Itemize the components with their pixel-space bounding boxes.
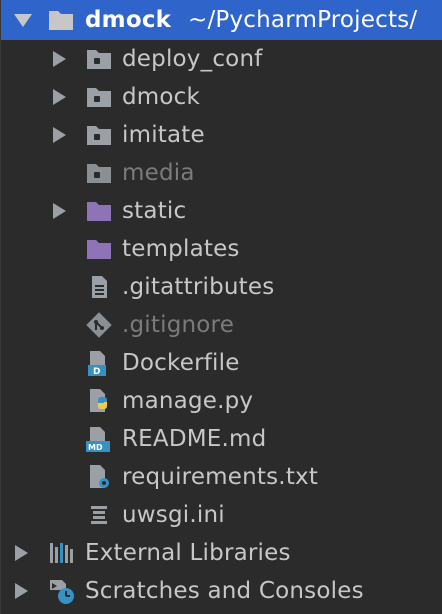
tree-item-manage-py[interactable]: manage.py: [1, 382, 442, 420]
expand-arrow-right-icon[interactable]: [53, 203, 66, 219]
external-libraries-label: External Libraries: [85, 540, 291, 566]
tree-item-external-libraries[interactable]: External Libraries: [1, 534, 442, 572]
module-folder-icon: [87, 126, 111, 145]
git-file-icon: [86, 312, 112, 338]
tree-item-label: imitate: [122, 122, 205, 148]
python-file-icon: [90, 389, 107, 412]
resource-folder-icon: [87, 202, 111, 221]
libraries-icon: [50, 543, 73, 563]
project-tree: dmock ~/PycharmProjects/ deploy_conf dmo…: [0, 0, 442, 614]
tree-item-label: templates: [122, 236, 240, 262]
tree-item-gitattributes[interactable]: .gitattributes: [1, 268, 442, 306]
tree-item-uwsgi[interactable]: uwsgi.ini: [1, 496, 442, 534]
tree-item-label: dmock: [122, 84, 201, 110]
tree-item-label: static: [122, 198, 187, 224]
root-folder-label: dmock: [85, 7, 172, 33]
module-folder-icon: [87, 50, 111, 69]
ini-file-icon: [91, 506, 107, 524]
expand-arrow-right-icon[interactable]: [15, 583, 28, 599]
tree-item-label: manage.py: [122, 388, 254, 414]
tree-item-label: .gitignore: [122, 312, 235, 338]
expand-arrow-right-icon[interactable]: [15, 545, 28, 561]
tree-item-dmock[interactable]: dmock: [1, 78, 442, 116]
expand-arrow-right-icon[interactable]: [53, 51, 66, 67]
expand-arrow-right-icon[interactable]: [53, 127, 66, 143]
svg-text:MD: MD: [88, 443, 103, 452]
requirements-file-icon: [90, 465, 109, 488]
tree-item-label: README.md: [122, 426, 267, 452]
expand-arrow-right-icon[interactable]: [53, 89, 66, 105]
root-path-label: ~/PycharmProjects/: [188, 7, 418, 33]
tree-item-readme[interactable]: MD README.md: [1, 420, 442, 458]
tree-item-label: deploy_conf: [122, 46, 263, 72]
tree-item-label: .gitattributes: [122, 274, 275, 300]
module-folder-icon: [87, 164, 111, 183]
scratches-clock-icon: [50, 580, 74, 604]
tree-item-imitate[interactable]: imitate: [1, 116, 442, 154]
tree-item-label: Dockerfile: [122, 350, 240, 376]
module-folder-icon: [87, 88, 111, 107]
text-file-icon: [92, 276, 107, 298]
tree-item-media[interactable]: media: [1, 154, 442, 192]
tree-item-templates[interactable]: templates: [1, 230, 442, 268]
folder-icon: [49, 11, 73, 30]
scratches-label: Scratches and Consoles: [85, 578, 364, 604]
tree-item-gitignore[interactable]: .gitignore: [1, 306, 442, 344]
tree-item-static[interactable]: static: [1, 192, 442, 230]
tree-item-scratches-and-consoles[interactable]: Scratches and Consoles: [1, 572, 442, 610]
tree-item-requirements[interactable]: requirements.txt: [1, 458, 442, 496]
expand-arrow-down-icon[interactable]: [14, 14, 32, 27]
tree-root-row[interactable]: dmock ~/PycharmProjects/: [1, 0, 442, 40]
docker-file-icon: D: [88, 351, 106, 377]
tree-item-label: requirements.txt: [122, 464, 319, 490]
markdown-file-icon: MD: [86, 427, 110, 452]
tree-item-deploy-conf[interactable]: deploy_conf: [1, 40, 442, 78]
resource-folder-icon: [87, 240, 111, 259]
tree-item-dockerfile[interactable]: D Dockerfile: [1, 344, 442, 382]
tree-item-label: uwsgi.ini: [122, 502, 225, 528]
svg-text:D: D: [93, 367, 100, 377]
tree-item-label: media: [122, 160, 195, 186]
